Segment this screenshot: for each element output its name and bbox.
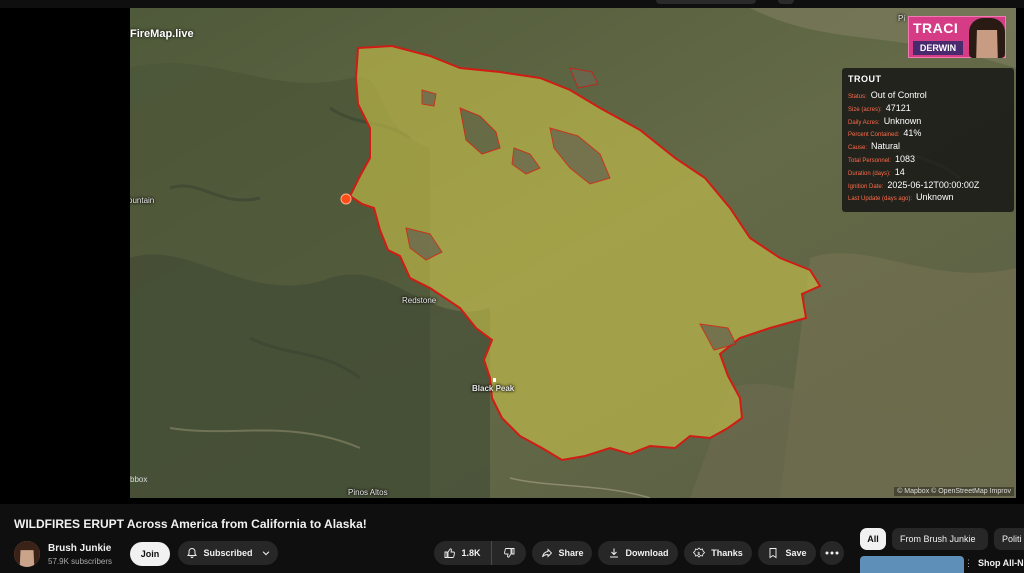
info-key: Percent Contained: [848,132,900,139]
ignition-point [340,193,352,205]
info-row-size: Size (acres): 47121 [848,103,1008,116]
info-key: Daily Acres: [848,119,880,126]
info-key: Cause: [848,145,868,152]
chip-all[interactable]: All [860,528,886,550]
info-value: Out of Control [870,90,927,100]
info-value: 41% [903,128,922,139]
subscriber-count: 57.9K subscribers [48,556,113,566]
chip-politics[interactable]: Politi [994,528,1024,550]
chip-from-channel[interactable]: From Brush Junkie [892,528,988,550]
thumbs-up-icon [444,547,456,559]
recommended-title[interactable]: Shop All-N [978,558,1024,568]
info-value: 47121 [885,102,911,113]
presenter-photo [969,18,1005,58]
info-key: Total Personnel: [848,157,892,164]
more-vertical-icon[interactable]: ⋮ [964,558,973,569]
info-value: Unknown [916,192,954,203]
map-box-label: bbox [130,475,148,484]
info-row-cause: Cause: Natural [848,141,1008,154]
info-row-contained: Percent Contained: 41% [848,128,1008,141]
thanks-label: Thanks [711,548,743,558]
download-button[interactable]: Download [598,541,678,565]
thumbs-down-icon [503,547,515,559]
place-label-mountain: ountain [130,196,155,205]
map-attribution[interactable]: © Mapbox © OpenStreetMap Improv [894,487,1014,496]
info-value: Unknown [883,115,922,126]
subscribed-button[interactable]: Subscribed [178,541,278,565]
info-key: Duration (days): [848,170,891,177]
info-value: 14 [894,166,905,177]
subscribed-label: Subscribed [203,548,253,558]
chevron-down-icon [261,548,271,558]
download-label: Download [625,548,669,558]
download-icon [608,547,620,559]
info-row-status: Status: Out of Control [848,90,1008,103]
channel-info: Brush Junkie 57.9K subscribers Join [14,540,176,568]
presenter-first-name: TRACI [913,20,959,36]
place-label-top-right: Pi [898,14,906,23]
info-value: Natural [871,141,901,152]
recommended-thumbnail[interactable] [860,556,964,573]
fire-info-panel: TROUT Status: Out of Control Size (acres… [842,68,1014,212]
search-box-edge[interactable] [656,0,756,4]
more-horizontal-icon [825,551,839,555]
thanks-icon: $ [693,547,706,559]
save-label: Save [785,548,807,558]
svg-text:$: $ [698,551,701,556]
info-row-ignition-date: Ignition Date: 2025-06-12T00:00:00Z [848,180,1008,193]
bell-icon [186,547,198,559]
thanks-button[interactable]: $ Thanks [684,541,752,565]
more-actions-button[interactable] [820,541,844,565]
bookmark-icon [767,547,779,559]
video-player[interactable]: FireMap.live ountain Redstone Black Peak… [0,8,1024,504]
channel-avatar[interactable] [14,541,40,567]
join-button[interactable]: Join [130,542,171,566]
info-key: Ignition Date: [848,183,884,190]
share-label: Share [558,548,584,558]
like-dislike-group: 1.8K [434,541,526,565]
video-title: WILDFIRES ERUPT Across America from Cali… [14,517,367,531]
channel-name[interactable]: Brush Junkie [48,543,112,554]
info-row-duration: Duration (days): 14 [848,167,1008,180]
share-icon [541,547,553,559]
info-value: 2025-06-12T00:00:00Z [887,179,980,190]
info-row-daily-acres: Daily Acres: Unknown [848,116,1008,129]
dislike-button[interactable] [492,541,526,565]
place-label-redstone: Redstone [402,296,437,305]
place-label-black-peak: Black Peak [472,384,515,393]
info-row-last-update: Last Update (days ago): Unknown [848,192,1008,205]
info-row-personnel: Total Personnel: 1083 [848,154,1008,167]
brand-watermark: FireMap.live [130,28,194,40]
info-key: Size (acres): [848,106,882,113]
presenter-badge: TRACI DERWIN [908,16,1006,58]
top-bar [0,0,1024,8]
save-button[interactable]: Save [758,541,816,565]
like-button[interactable]: 1.8K [434,541,492,565]
share-button[interactable]: Share [532,541,592,565]
info-key: Last Update (days ago): [848,196,913,203]
info-key: Status: [848,94,867,100]
presenter-last-name: DERWIN [913,41,963,55]
fire-name: TROUT [848,74,882,84]
voice-search-edge[interactable] [778,0,794,4]
fire-map: FireMap.live ountain Redstone Black Peak… [130,8,1016,498]
place-label-pinos-altos: Pinos Altos [348,488,388,497]
info-value: 1083 [895,153,916,164]
like-count: 1.8K [461,548,481,558]
